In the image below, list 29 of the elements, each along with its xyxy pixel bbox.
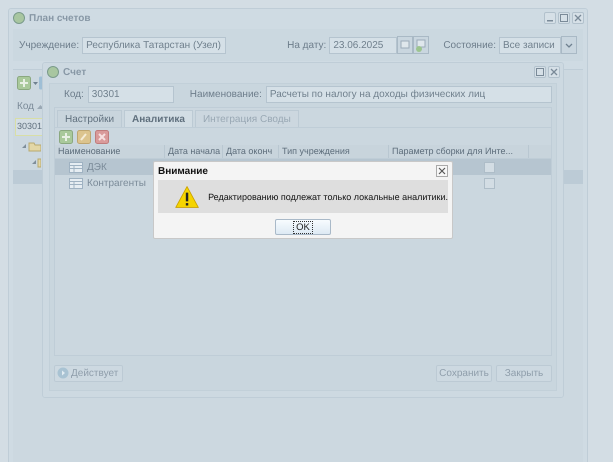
window-title: План счетов xyxy=(29,12,90,24)
ok-button[interactable]: OK xyxy=(275,219,331,235)
dialog-message: Редактированию подлежат только локальные аналитики. xyxy=(208,192,448,202)
name-field[interactable]: Расчеты по налогу на доходы физических лиц xyxy=(266,86,552,102)
table-cell: ДЭК xyxy=(87,162,107,172)
field-label: Учреждение: xyxy=(19,40,80,50)
tab[interactable]: Настройки xyxy=(57,110,122,127)
code-field[interactable]: 30301 xyxy=(88,86,174,102)
field-label: Состояние: xyxy=(443,40,496,50)
date-field[interactable]: 23.06.2025 xyxy=(329,36,398,54)
table-cell: Контрагенты xyxy=(87,178,146,188)
footer-button[interactable]: Сохранить xyxy=(436,364,492,382)
select-field[interactable]: Все записи xyxy=(499,36,561,54)
tab[interactable]: Аналитика xyxy=(124,110,193,127)
window-title: Счет xyxy=(63,66,86,78)
field-label: Наименование: xyxy=(190,88,262,100)
column-header[interactable]: Дата оконч xyxy=(223,145,279,158)
column-header[interactable]: Параметр сборки для Инте... xyxy=(389,145,529,158)
field-label: Код: xyxy=(64,88,84,100)
column-header[interactable]: Код xyxy=(17,100,34,112)
footer-button[interactable]: Закрыть xyxy=(496,364,552,382)
dialog-title: Внимание xyxy=(158,166,208,176)
status-button[interactable]: Действует xyxy=(54,364,124,382)
column-header[interactable]: Тип учреждения xyxy=(279,145,389,158)
column-header[interactable]: Дата начала xyxy=(165,145,223,158)
column-header[interactable]: Наименование xyxy=(55,145,165,158)
filter-field[interactable]: 30301 xyxy=(15,118,42,136)
field-label: На дату: xyxy=(287,40,326,50)
text-field[interactable]: Республика Татарстан (Узел) xyxy=(82,36,226,54)
